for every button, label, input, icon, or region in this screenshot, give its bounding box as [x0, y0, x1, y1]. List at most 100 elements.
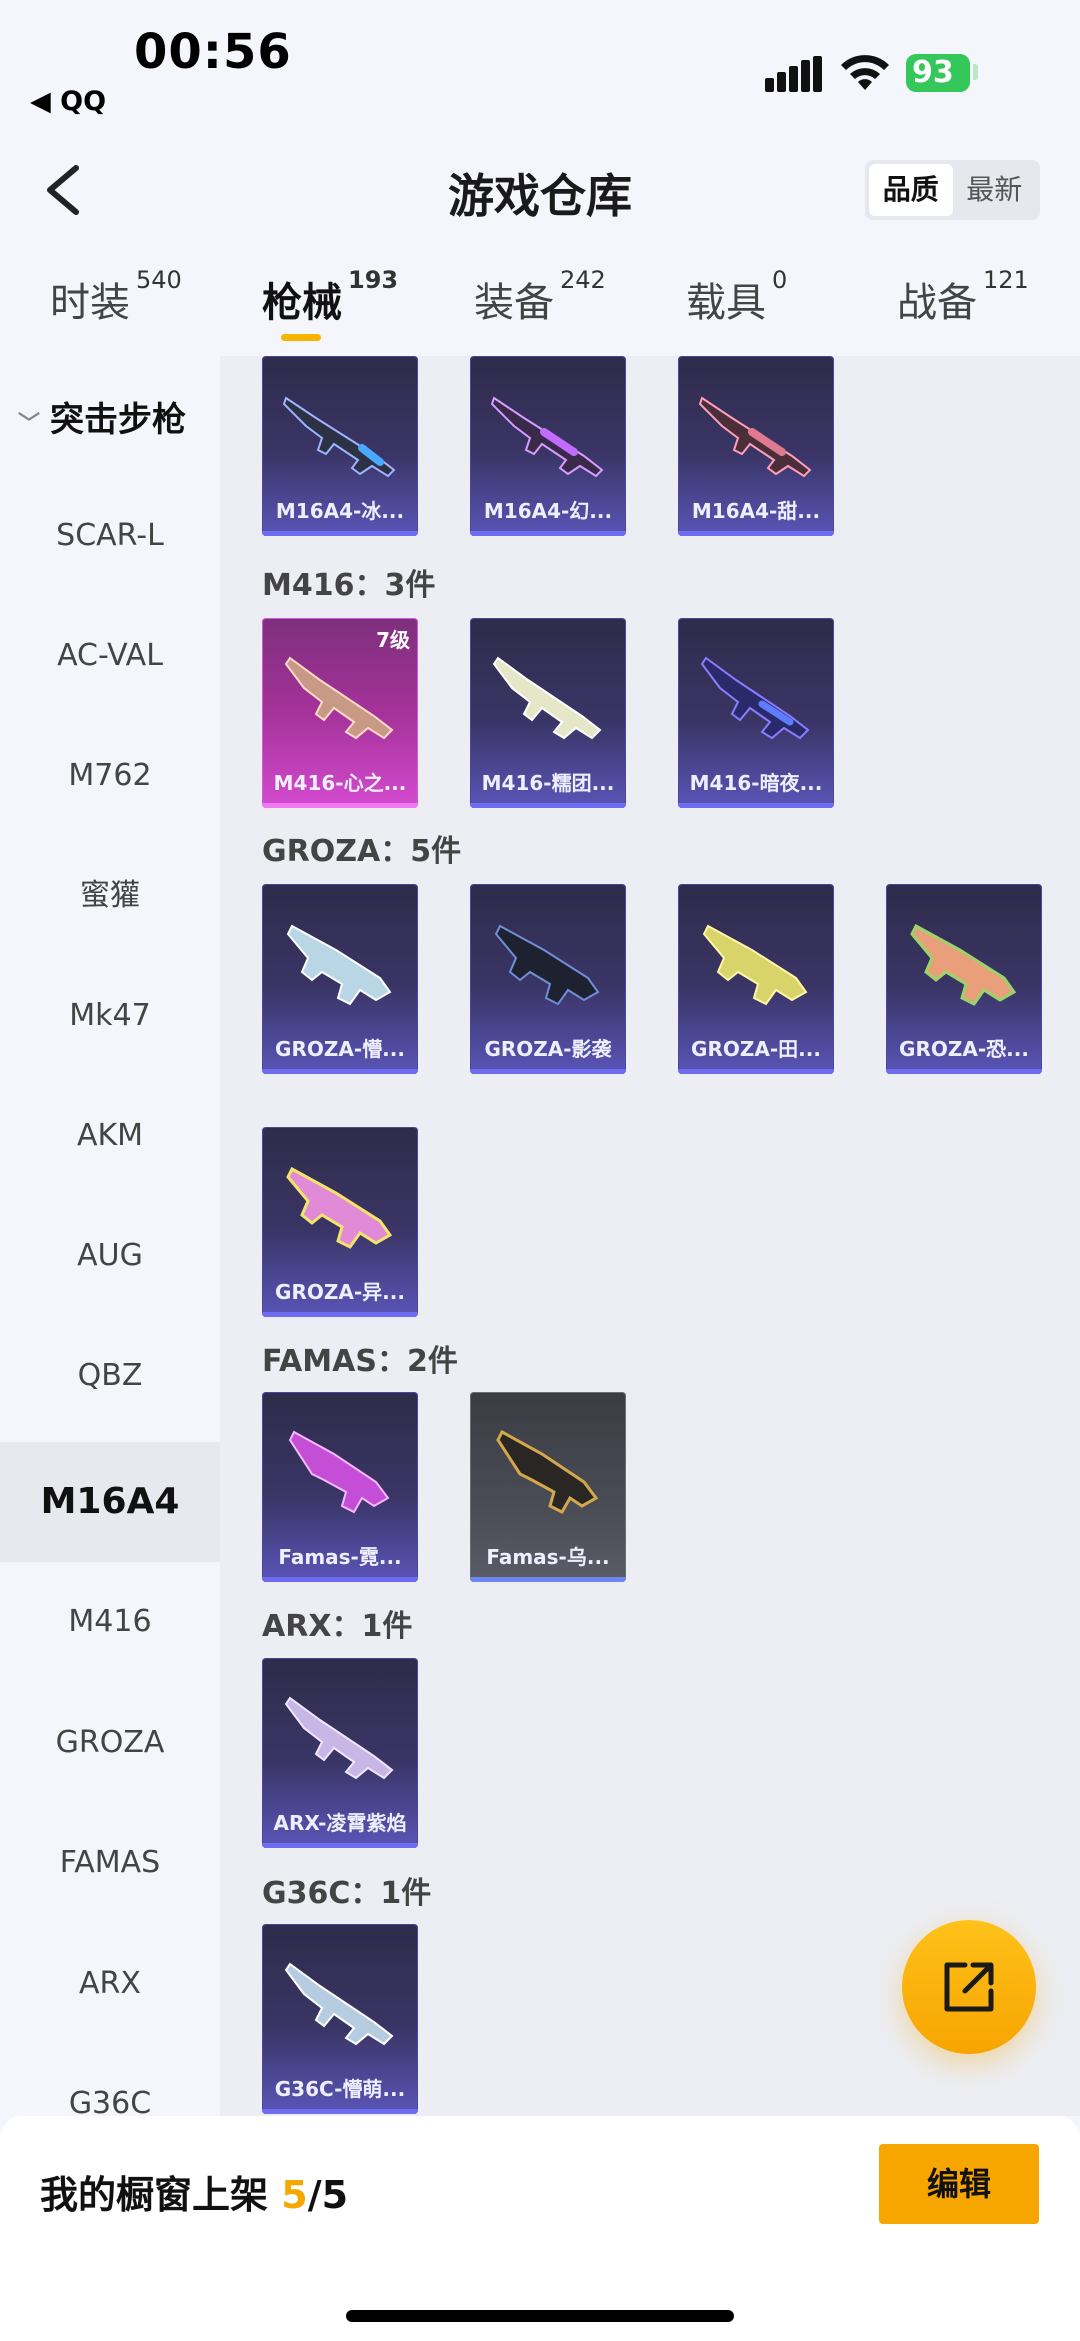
back-to-qq-link[interactable]: ◀ QQ [30, 86, 106, 117]
skin-name: GROZA-异... [275, 1280, 405, 1304]
home-indicator[interactable] [346, 2310, 734, 2322]
tab-count: 0 [772, 266, 788, 294]
section-title-famas: FAMAS：2件 [262, 1344, 458, 1379]
rifle-icon [698, 396, 812, 478]
tab-label: 载具 [686, 280, 766, 326]
sidebar-item-mk47[interactable]: Mk47 [0, 956, 220, 1076]
skin-name: M416-心之... [273, 771, 407, 795]
tab-label: 枪械 [262, 280, 342, 326]
section-title-groza: GROZA：5件 [262, 834, 462, 869]
skin-card[interactable]: Famas-霓... [262, 1392, 418, 1582]
sidebar-item-m16a4[interactable]: M16A4 [0, 1442, 220, 1562]
rifle-icon [284, 1962, 394, 2046]
tab-label: 时装 [50, 280, 130, 326]
rifle-icon [492, 656, 602, 740]
sidebar-item-aug[interactable]: AUG [0, 1196, 220, 1316]
bullpup-rifle-icon [494, 924, 600, 1006]
skin-name: Famas-霓... [278, 1545, 402, 1569]
skin-card[interactable]: GROZA-懵... [262, 884, 418, 1074]
rifle-icon [284, 656, 394, 740]
edit-button[interactable]: 编辑 [879, 2144, 1039, 2224]
rifle-icon [700, 656, 810, 740]
share-button[interactable] [902, 1920, 1036, 2054]
bullpup-rifle-icon [286, 1166, 393, 1249]
tab-guns[interactable]: 枪械 193 [262, 266, 398, 328]
skin-name: GROZA-恐... [899, 1037, 1029, 1061]
tab-count: 242 [560, 266, 606, 294]
sidebar-item-m416[interactable]: M416 [0, 1562, 220, 1682]
skin-card[interactable]: M416-糯团... [470, 618, 626, 808]
sidebar-item-groza[interactable]: GROZA [0, 1683, 220, 1803]
tab-count: 193 [348, 266, 399, 294]
skin-name: GROZA-田... [691, 1037, 821, 1061]
skin-card[interactable]: 7级 M416-心之... [262, 618, 418, 808]
active-tab-indicator [281, 334, 321, 341]
bullpup-rifle-icon [910, 923, 1017, 1006]
rifle-icon [284, 1696, 394, 1780]
rifle-icon [490, 396, 604, 478]
sort-by-newest[interactable]: 最新 [953, 164, 1037, 216]
skin-card[interactable]: M16A4-幻... [470, 356, 626, 536]
skin-card[interactable]: GROZA-异... [262, 1127, 418, 1317]
sidebar-group-label: 突击步枪 [50, 400, 187, 440]
skin-name: GROZA-影袭 [484, 1037, 612, 1061]
famas-rifle-icon [288, 1430, 390, 1514]
battery-level: 93 [912, 55, 954, 90]
status-time: 00:56 [134, 24, 292, 80]
chevron-down-icon: ﹀ [18, 411, 41, 437]
skin-name: GROZA-懵... [275, 1037, 405, 1061]
skin-card[interactable]: Famas-乌... [470, 1392, 626, 1582]
sidebar-item-scar-l[interactable]: SCAR-L [0, 476, 220, 596]
showcase-text: 我的橱窗上架 [40, 2173, 282, 2217]
sidebar-item-ac-val[interactable]: AC-VAL [0, 596, 220, 716]
skin-name: M416-暗夜... [689, 771, 823, 795]
tab-equipment[interactable]: 装备 242 [474, 266, 606, 328]
skin-name: M16A4-甜... [691, 499, 821, 523]
weapon-type-sidebar: ﹀ 突击步枪 SCAR-L AC-VAL M762 蜜獾 Mk47 AKM AUG… [0, 356, 220, 2121]
section-title-g36c: G36C：1件 [262, 1876, 432, 1911]
section-title-m416: M416：3件 [262, 568, 436, 603]
skin-card[interactable]: GROZA-影袭 [470, 884, 626, 1074]
tab-fashion[interactable]: 时装 540 [50, 266, 182, 328]
sidebar-item-arx[interactable]: ARX [0, 1924, 220, 2044]
skin-card[interactable]: M416-暗夜... [678, 618, 834, 808]
tab-count: 121 [983, 266, 1029, 294]
sidebar-group-assault-rifles[interactable]: ﹀ 突击步枪 [18, 392, 186, 441]
sidebar-item-famas[interactable]: FAMAS [0, 1803, 220, 1923]
skin-name: M16A4-幻... [483, 499, 613, 523]
tab-count: 540 [136, 266, 182, 294]
skin-card[interactable]: GROZA-田... [678, 884, 834, 1074]
category-tabs: 时装 540 枪械 193 装备 242 载具 0 战备 121 [0, 266, 1080, 350]
battery-icon: 93 [906, 54, 970, 92]
showcase-total: /5 [307, 2173, 349, 2217]
skin-name: ARX-凌霄紫焰 [273, 1811, 407, 1835]
skin-card[interactable]: M16A4-冰... [262, 356, 418, 536]
sidebar-item-akm[interactable]: AKM [0, 1076, 220, 1196]
share-icon [944, 1962, 994, 2012]
cellular-signal-icon [765, 56, 823, 92]
wifi-icon [841, 55, 889, 90]
weapon-skin-grid: M16A4-冰... M16A4-幻... M16A4-甜... M416：3件… [220, 356, 1080, 2116]
showcase-label: 我的橱窗上架 5/5 [40, 2164, 348, 2219]
showcase-count: 5 [281, 2173, 308, 2217]
sort-toggle[interactable]: 品质 最新 [865, 160, 1040, 220]
tab-label: 战备 [897, 280, 977, 326]
skin-card[interactable]: M16A4-甜... [678, 356, 834, 536]
tab-label: 装备 [474, 280, 554, 326]
famas-rifle-icon [496, 1429, 599, 1514]
bullpup-rifle-icon [286, 924, 392, 1006]
tab-vehicles[interactable]: 载具 0 [686, 266, 787, 328]
sort-by-quality[interactable]: 品质 [869, 164, 953, 216]
skin-name: M416-糯团... [481, 771, 615, 795]
sidebar-item-m762[interactable]: M762 [0, 716, 220, 836]
bullpup-rifle-icon [702, 924, 808, 1006]
skin-card[interactable]: ARX-凌霄紫焰 [262, 1658, 418, 1848]
sidebar-item-qbz[interactable]: QBZ [0, 1316, 220, 1436]
showcase-bar: 我的橱窗上架 5/5 编辑 [0, 2116, 1080, 2341]
skin-card[interactable]: GROZA-恐... [886, 884, 1042, 1074]
tab-supplies[interactable]: 战备 121 [897, 266, 1029, 328]
sidebar-item-honey-badger[interactable]: 蜜獾 [0, 836, 220, 956]
skin-name: M16A4-冰... [275, 499, 405, 523]
battery-tip [973, 64, 978, 80]
skin-card[interactable]: G36C-懵萌... [262, 1924, 418, 2114]
